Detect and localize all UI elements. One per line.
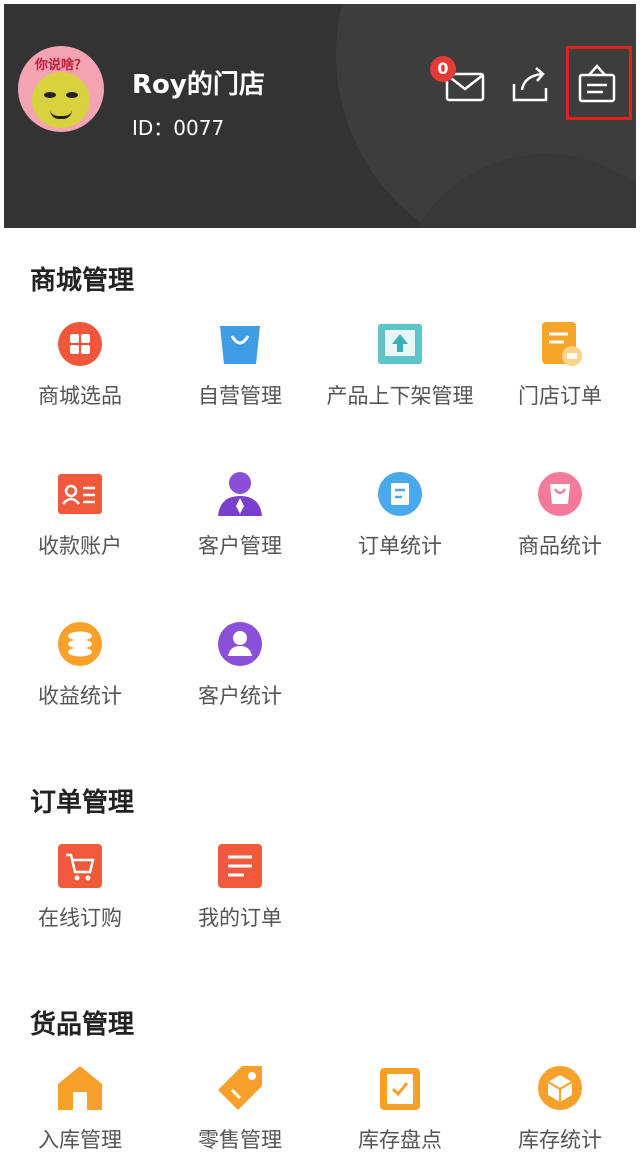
menu-item-label: 门店订单 <box>518 384 602 408</box>
store-header <box>4 4 636 228</box>
menu-item-label: 自营管理 <box>198 384 282 408</box>
mail-button[interactable]: 0 <box>430 56 490 110</box>
menu-item-customer-mgmt[interactable]: 客户管理 <box>160 470 320 560</box>
section-title-orders: 订单管理 <box>30 788 135 818</box>
mail-badge: 0 <box>430 56 456 82</box>
menu-item-label: 入库管理 <box>38 1128 122 1152</box>
menu-item-label: 收益统计 <box>38 684 122 708</box>
coin-stack-icon <box>56 620 104 668</box>
cart-icon <box>56 842 104 890</box>
avatar[interactable]: 你说啥？ <box>18 46 104 132</box>
account-card-icon <box>56 470 104 518</box>
menu-item-label: 收款账户 <box>38 534 122 558</box>
shop-name: Roy的门店 <box>132 70 265 100</box>
avatar-face <box>32 72 90 128</box>
menu-item-stocktake[interactable]: 库存盘点 <box>320 1064 480 1154</box>
shop-id: ID：0077 <box>132 116 225 140</box>
menu-item-customer-stats[interactable]: 客户统计 <box>160 620 320 710</box>
grid-icon <box>56 320 104 368</box>
menu-item-stock-stats[interactable]: 库存统计 <box>480 1064 640 1154</box>
warehouse-icon <box>56 1064 104 1112</box>
section-title-mall: 商城管理 <box>30 266 135 296</box>
menu-item-listing[interactable]: 产品上下架管理 <box>320 320 480 410</box>
menu-item-order-stats[interactable]: 订单统计 <box>320 470 480 560</box>
avatar-eye <box>66 92 78 98</box>
cube-icon <box>536 1064 584 1112</box>
menu-item-label: 库存统计 <box>518 1128 602 1152</box>
menu-item-retail[interactable]: 零售管理 <box>160 1064 320 1154</box>
clipboard-check-icon <box>376 1064 424 1112</box>
avatar-mouth <box>50 110 72 119</box>
menu-item-label: 我的订单 <box>198 906 282 930</box>
list-icon <box>216 842 264 890</box>
menu-item-label: 商城选品 <box>38 384 122 408</box>
upload-box-icon <box>376 320 424 368</box>
menu-item-label: 客户统计 <box>198 684 282 708</box>
menu-item-self-operated[interactable]: 自营管理 <box>160 320 320 410</box>
store-button-highlight <box>566 46 632 120</box>
menu-item-label: 库存盘点 <box>358 1128 442 1152</box>
menu-item-label: 产品上下架管理 <box>326 384 474 408</box>
customer-stat-icon <box>216 620 264 668</box>
share-icon <box>512 67 548 102</box>
menu-item-product-stats[interactable]: 商品统计 <box>480 470 640 560</box>
menu-item-label: 在线订购 <box>38 906 122 930</box>
order-doc-icon <box>536 320 584 368</box>
menu-item-label: 零售管理 <box>198 1128 282 1152</box>
menu-item-income-stats[interactable]: 收益统计 <box>0 620 160 710</box>
person-icon <box>216 470 264 518</box>
bag-icon <box>216 320 264 368</box>
order-stat-icon <box>376 470 424 518</box>
product-stat-icon <box>536 470 584 518</box>
section-title-goods: 货品管理 <box>30 1010 135 1040</box>
menu-item-my-orders[interactable]: 我的订单 <box>160 842 320 932</box>
menu-item-online-order[interactable]: 在线订购 <box>0 842 160 932</box>
tag-icon <box>216 1064 264 1112</box>
avatar-caption: 你说啥？ <box>34 58 87 73</box>
menu-item-inbound[interactable]: 入库管理 <box>0 1064 160 1154</box>
avatar-eye <box>44 92 56 98</box>
menu-item-payment-account[interactable]: 收款账户 <box>0 470 160 560</box>
menu-item-label: 商品统计 <box>518 534 602 558</box>
menu-item-mall-select[interactable]: 商城选品 <box>0 320 160 410</box>
share-button[interactable] <box>506 60 556 110</box>
menu-item-label: 客户管理 <box>198 534 282 558</box>
menu-item-label: 订单统计 <box>358 534 442 558</box>
menu-item-store-orders[interactable]: 门店订单 <box>480 320 640 410</box>
